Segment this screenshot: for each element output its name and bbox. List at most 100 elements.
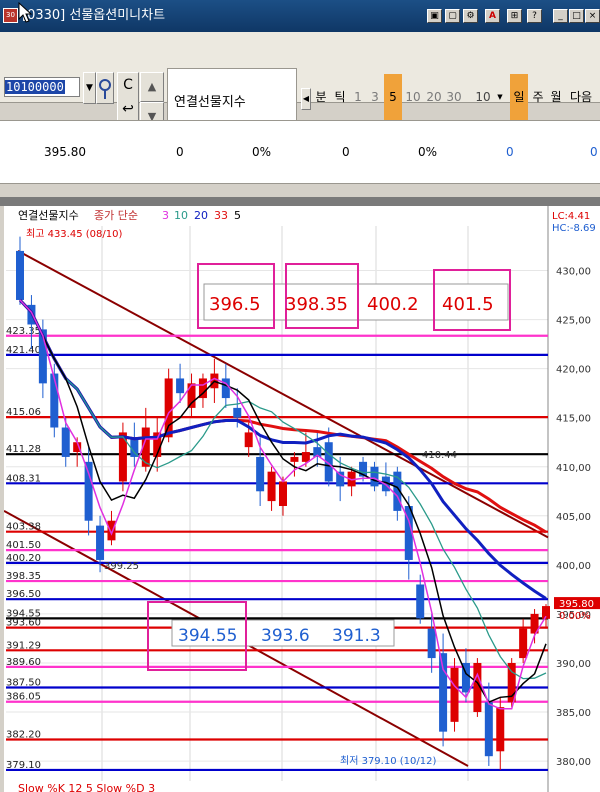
period-day[interactable]: 일 <box>510 74 528 120</box>
annotation-top-value: 396.5 <box>209 294 261 315</box>
candle-body <box>107 520 116 541</box>
candle-body <box>50 373 59 428</box>
period-5[interactable]: 5 <box>384 74 402 120</box>
period-3[interactable]: 3 <box>366 74 384 120</box>
quote-bid: 0 <box>506 145 514 159</box>
candle-body <box>484 702 493 757</box>
quote-price: 395.80 <box>44 145 86 159</box>
window-title: [0330] 선물옵션미니차트 <box>22 8 166 23</box>
candle-body <box>439 653 448 732</box>
candle-body <box>519 628 528 659</box>
candle-body <box>279 481 287 506</box>
period-10[interactable]: 10 <box>402 74 424 120</box>
level-label: 387.50 <box>6 678 41 689</box>
link-icon[interactable]: ▣ <box>427 9 442 23</box>
hc-label: HC:-8.69 <box>552 223 596 234</box>
period-1[interactable]: 1 <box>349 74 367 120</box>
level-label: 401.50 <box>6 540 41 551</box>
toolbar: 10100000 ▼ C ↩ ▲ ▼ 연결선물지수 ◀ 분 틱 1 3 5 10 … <box>0 32 600 132</box>
legend-ma-label: 종가 단순 <box>94 209 138 222</box>
y-tick-label: 420,00 <box>556 365 591 376</box>
low-label: 최저 379.10 (10/12) <box>340 755 436 767</box>
legend-name: 연결선물지수 <box>18 209 79 222</box>
help-icon[interactable]: ? <box>527 9 542 23</box>
minimize-icon[interactable]: _ <box>553 9 568 23</box>
close-icon[interactable]: × <box>585 9 600 23</box>
add-icon[interactable]: ⊞ <box>507 9 522 23</box>
period-30[interactable]: 30 <box>444 74 464 120</box>
period-month[interactable]: 월 <box>547 74 565 120</box>
legend-ma-value: 20 <box>194 209 208 222</box>
level-label: 421.40 <box>6 345 41 356</box>
period-week[interactable]: 주 <box>529 74 547 120</box>
window-title-bar[interactable]: 30 [0330] 선물옵션미니차트 ▣ ▢ ⚙ A ⊞ ? _ □ × <box>0 0 600 32</box>
legend-ma-value: 10 <box>174 209 188 222</box>
candle-body <box>290 456 299 462</box>
screen-icon[interactable]: ▢ <box>445 9 460 23</box>
candle-body <box>16 250 24 300</box>
level-label: 389.60 <box>6 657 41 668</box>
tick-count-dropdown-icon[interactable]: ▼ <box>495 74 505 120</box>
current-price-tag: 395.80 <box>559 599 594 610</box>
y-tick-label: 390,00 <box>556 659 591 670</box>
legend-ma-value: 3 <box>162 209 169 222</box>
candle-body <box>187 383 196 408</box>
y-tick-label: 415,00 <box>556 414 591 425</box>
period-20[interactable]: 20 <box>424 74 444 120</box>
candle-body <box>427 628 436 659</box>
annotation-bottom-value: 391.3 <box>332 626 381 646</box>
level-label: 415.06 <box>6 407 41 418</box>
legend-ma-value: 33 <box>214 209 228 222</box>
quote-ask: 0 <box>590 145 598 159</box>
chart-area[interactable]: 430,00 425,00 420,00 415,00 410,00 405,00 400,… <box>4 206 600 792</box>
app-icon: 30 <box>3 8 18 23</box>
candle-body <box>176 378 185 394</box>
candle-body <box>164 378 173 438</box>
candle-body <box>96 525 105 560</box>
candle-body <box>450 667 459 722</box>
search-button[interactable] <box>96 72 114 104</box>
tick-count-select[interactable]: 10 <box>472 74 494 120</box>
candle-body <box>496 707 505 752</box>
candle-body <box>370 466 379 487</box>
chart-separator <box>0 197 600 206</box>
annotation-bottom-value: 393.6 <box>261 626 310 646</box>
level-label: 379.10 <box>6 760 41 771</box>
font-icon[interactable]: A <box>485 9 500 23</box>
lc-label: LC:4.41 <box>552 211 590 222</box>
level-label: 386.05 <box>6 692 41 703</box>
point-label-1: 399.25 <box>104 561 139 572</box>
y-tick-label: 385,00 <box>556 708 591 719</box>
config-icon[interactable]: ⚙ <box>463 9 478 23</box>
candle-body <box>244 432 253 448</box>
current-pct-tag: 0.00% <box>559 611 591 622</box>
maximize-icon[interactable]: □ <box>569 9 584 23</box>
quote-volume-pct: 0% <box>418 145 438 159</box>
level-label: 408.31 <box>6 473 41 484</box>
level-label: 403.38 <box>6 522 41 533</box>
up-button[interactable]: ▲ <box>140 72 164 102</box>
period-minute[interactable]: 분 <box>312 74 330 120</box>
candlestick-chart[interactable]: 430,00 425,00 420,00 415,00 410,00 405,00 400,… <box>4 206 600 792</box>
scroll-left-button[interactable]: ◀ <box>301 88 311 110</box>
candle-body <box>233 407 242 418</box>
candle-body <box>130 437 139 457</box>
annotation-bottom-value: 394.55 <box>178 626 237 646</box>
legend-ma-value: 5 <box>234 209 241 222</box>
code-dropdown-button[interactable]: ▼ <box>83 72 96 104</box>
candle-body <box>267 471 276 502</box>
next-button[interactable]: 다음 <box>566 74 596 120</box>
candle-body <box>61 427 70 457</box>
y-tick-label: 405,00 <box>556 512 591 523</box>
quote-volume: 0 <box>342 145 350 159</box>
quote-change: 0 <box>176 145 184 159</box>
level-label: 391.29 <box>6 640 41 651</box>
high-label: 최고 433.45 (08/10) <box>26 228 122 240</box>
search-icon <box>99 79 111 99</box>
code-input[interactable]: 10100000 <box>4 77 80 97</box>
level-label: 393.60 <box>6 618 41 629</box>
period-tick[interactable]: 틱 <box>331 74 349 120</box>
candle-body <box>301 452 310 462</box>
level-label: 411.28 <box>6 444 41 455</box>
candle-body <box>416 584 425 619</box>
